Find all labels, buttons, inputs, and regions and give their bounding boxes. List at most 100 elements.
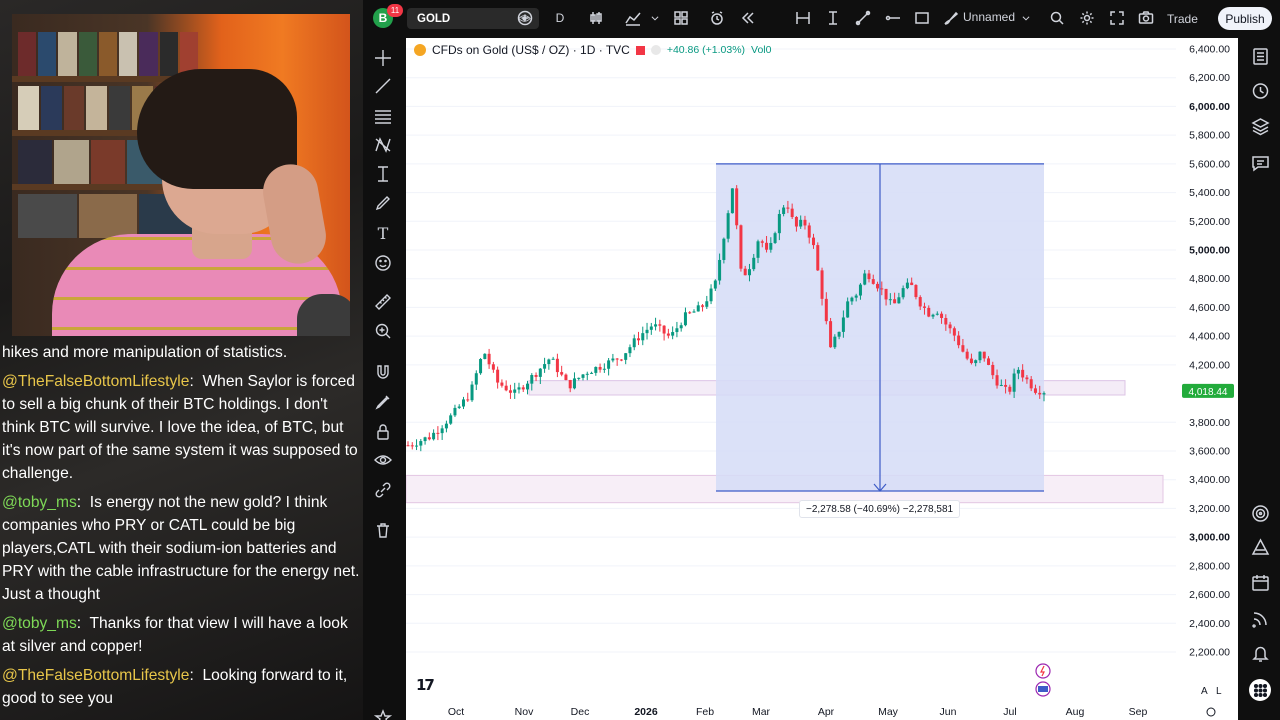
candle-body [461, 399, 465, 407]
layout-name[interactable]: Unnamed [963, 10, 1015, 24]
trend-line-icon[interactable] [853, 8, 873, 28]
brush-icon[interactable] [941, 8, 961, 28]
candle-body [692, 311, 696, 313]
chat-message: hikes and more manipulation of statistic… [2, 344, 288, 361]
alert-icon[interactable] [707, 8, 727, 28]
visibility-icon[interactable] [373, 450, 393, 470]
rectangle-icon[interactable] [912, 8, 932, 28]
trade-button[interactable]: Trade [1163, 9, 1202, 28]
candle-body [543, 364, 547, 369]
candle-body [654, 324, 658, 327]
x-tick-label: Oct [448, 706, 464, 718]
candle-body [517, 387, 521, 390]
candle-body [794, 217, 798, 227]
chart-pane[interactable]: 6,400.00 6,200.00 6,000.00 5,800.00 5,600.00… [406, 38, 1238, 720]
candle-body [871, 279, 875, 284]
candles-icon[interactable] [586, 8, 606, 28]
gear-icon[interactable] [1077, 8, 1097, 28]
fib-tool-icon[interactable] [373, 106, 393, 126]
text-tool-icon[interactable]: T [373, 223, 393, 243]
projection-tool-icon[interactable] [373, 164, 393, 184]
candle-body [790, 208, 794, 218]
gold-symbol-icon [414, 44, 426, 56]
candle-body [987, 358, 991, 365]
chat-username: @TheFalseBottomLifestyle [2, 373, 190, 390]
camera-icon[interactable] [1136, 8, 1156, 28]
target-icon[interactable] [1249, 502, 1271, 524]
lock-icon[interactable] [373, 422, 393, 442]
candle-body [500, 382, 504, 386]
candle-body [572, 378, 576, 389]
top-toolbar: B 11 GOLD D Unnamed Trade Publish [363, 0, 1280, 36]
publish-button[interactable]: Publish [1218, 7, 1272, 30]
candle-body [419, 441, 423, 446]
flag-icon[interactable] [635, 45, 645, 55]
candle-body [867, 273, 871, 280]
microphone [297, 294, 350, 336]
favorites-icon[interactable] [373, 708, 393, 720]
horizontal-ray-icon[interactable] [883, 8, 903, 28]
candle-body [905, 282, 909, 289]
notifications-icon[interactable] [1249, 642, 1271, 664]
x-tick-label: 2026 [634, 706, 658, 718]
y-tick-label: 5,200.00 [1189, 216, 1230, 228]
layout-grid-icon[interactable] [671, 8, 691, 28]
candle-body [564, 374, 568, 381]
candle-body [969, 358, 973, 364]
pattern-tool-icon[interactable] [373, 135, 393, 155]
zoom-in-icon[interactable] [373, 321, 393, 341]
candle-body [449, 415, 453, 424]
apps-grid-icon[interactable] [1249, 679, 1271, 701]
line-tool-icon[interactable] [373, 76, 393, 96]
layers-icon[interactable] [1249, 115, 1271, 137]
clock-alert-icon[interactable] [1249, 79, 1271, 101]
link-icon[interactable] [373, 480, 393, 500]
trash-icon[interactable] [373, 520, 393, 540]
chat-icon[interactable] [1249, 152, 1271, 174]
price-chart[interactable]: 6,400.00 6,200.00 6,000.00 5,800.00 5,600.00… [406, 38, 1238, 720]
y-tick-label: 6,200.00 [1189, 72, 1230, 84]
candle-body [765, 242, 769, 250]
legend-title: CFDs on Gold (US$ / OZ) · 1D · TVC [432, 43, 630, 57]
measure-readout: −2,278.58 (−40.69%) −2,278,581 [799, 500, 961, 518]
add-symbol-icon[interactable] [515, 8, 535, 28]
indicators-icon[interactable] [623, 8, 643, 28]
replay-icon[interactable] [737, 8, 757, 28]
interval-button[interactable]: D [550, 8, 570, 28]
chevron-down-icon[interactable] [650, 8, 660, 28]
candle-body [893, 299, 897, 304]
ruler-icon[interactable] [373, 292, 393, 312]
chat-username: @TheFalseBottomLifestyle [2, 667, 190, 684]
candle-body [940, 313, 944, 318]
y-tick-label: 6,000.00 [1189, 101, 1230, 113]
ideas-icon[interactable] [1249, 536, 1271, 558]
measure-tool-icon[interactable] [793, 8, 813, 28]
candle-body [858, 284, 862, 296]
fullscreen-icon[interactable] [1107, 8, 1127, 28]
text-cursor-icon[interactable] [823, 8, 843, 28]
x-tick-label: Feb [696, 706, 714, 718]
drawing-toolbar: T [363, 36, 403, 720]
chat-username: @toby_ms [2, 494, 77, 511]
candle-body [786, 207, 790, 209]
crosshair-icon[interactable] [373, 48, 393, 68]
candle-body [897, 297, 901, 304]
magnet-icon[interactable] [373, 362, 393, 382]
stream-icon[interactable] [1249, 607, 1271, 629]
chevron-down-icon[interactable] [1020, 8, 1032, 28]
watchlist-icon[interactable] [1249, 45, 1271, 67]
widget-bar [1240, 36, 1280, 720]
legend-volume: Vol0 [751, 44, 772, 56]
event-lightning-icon [1035, 663, 1051, 679]
candle-body [679, 325, 683, 329]
candle-body [611, 358, 615, 361]
brush-tool-icon[interactable] [373, 193, 393, 213]
search-icon[interactable] [1047, 8, 1067, 28]
candle-body [991, 364, 995, 376]
emoji-icon[interactable] [373, 253, 393, 273]
candle-body [935, 313, 939, 315]
x-tick-label: Nov [515, 706, 534, 718]
lock-drawing-icon[interactable] [373, 392, 393, 412]
tradingview-logo[interactable]: 17 [416, 676, 435, 694]
calendar-icon[interactable] [1249, 571, 1271, 593]
